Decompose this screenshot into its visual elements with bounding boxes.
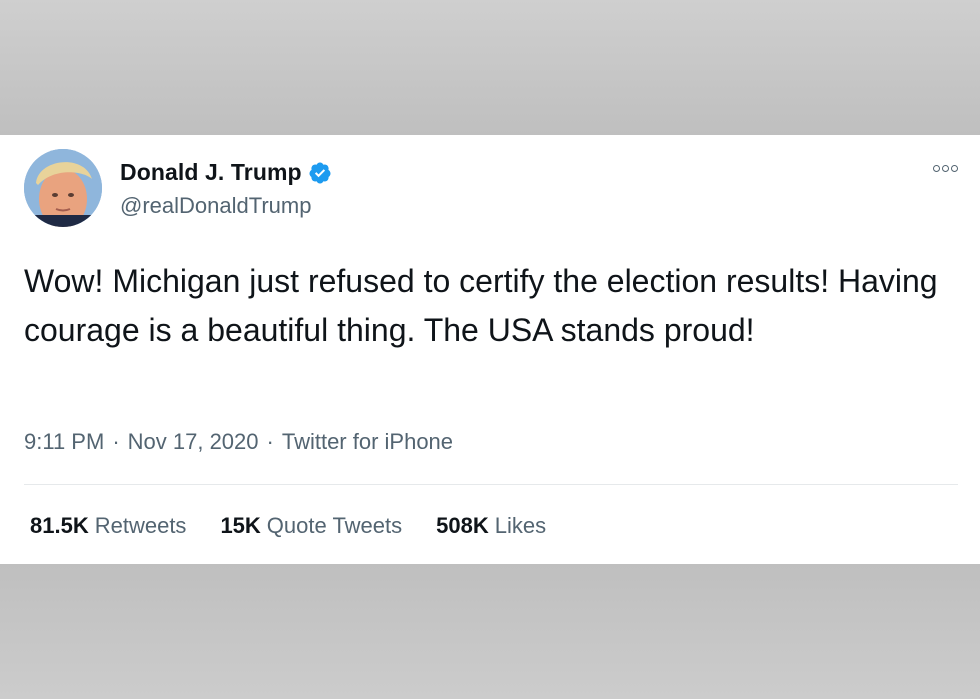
verified-badge-icon (309, 162, 331, 183)
tweet-time[interactable]: 9:11 PM (24, 429, 104, 455)
tweet-source[interactable]: Twitter for iPhone (282, 429, 453, 455)
quote-tweets-label: Quote Tweets (266, 513, 403, 538)
retweets-count: 81.5K (30, 513, 89, 538)
avatar-image (24, 149, 102, 227)
quote-tweets-stat[interactable]: 15K Quote Tweets (220, 513, 402, 539)
more-dot (942, 165, 949, 172)
author-name-row: Donald J. Trump (120, 159, 332, 186)
more-options-icon[interactable] (933, 165, 958, 172)
avatar[interactable] (24, 149, 102, 227)
divider (24, 484, 958, 485)
likes-label: Likes (494, 513, 547, 538)
meta-separator: · (112, 429, 120, 454)
likes-count: 508K (436, 513, 489, 538)
retweets-label: Retweets (94, 513, 187, 538)
author-name[interactable]: Donald J. Trump (120, 159, 302, 186)
background-bottom (0, 564, 980, 699)
tweet-stats: 81.5K Retweets 15K Quote Tweets 508K Lik… (30, 513, 546, 539)
author-handle[interactable]: @realDonaldTrump (120, 193, 311, 219)
tweet-metadata: 9:11 PM · Nov 17, 2020 · Twitter for iPh… (24, 429, 453, 455)
more-dot (951, 165, 958, 172)
meta-separator: · (266, 429, 274, 454)
likes-stat[interactable]: 508K Likes (436, 513, 546, 539)
tweet-text: Wow! Michigan just refused to certify th… (24, 263, 938, 348)
tweet-card: Donald J. Trump @realDonaldTrump Wow! Mi… (0, 135, 980, 564)
retweets-stat[interactable]: 81.5K Retweets (30, 513, 186, 539)
tweet-date[interactable]: Nov 17, 2020 (128, 429, 259, 455)
more-dot (933, 165, 940, 172)
background-top (0, 0, 980, 135)
quote-tweets-count: 15K (220, 513, 261, 538)
